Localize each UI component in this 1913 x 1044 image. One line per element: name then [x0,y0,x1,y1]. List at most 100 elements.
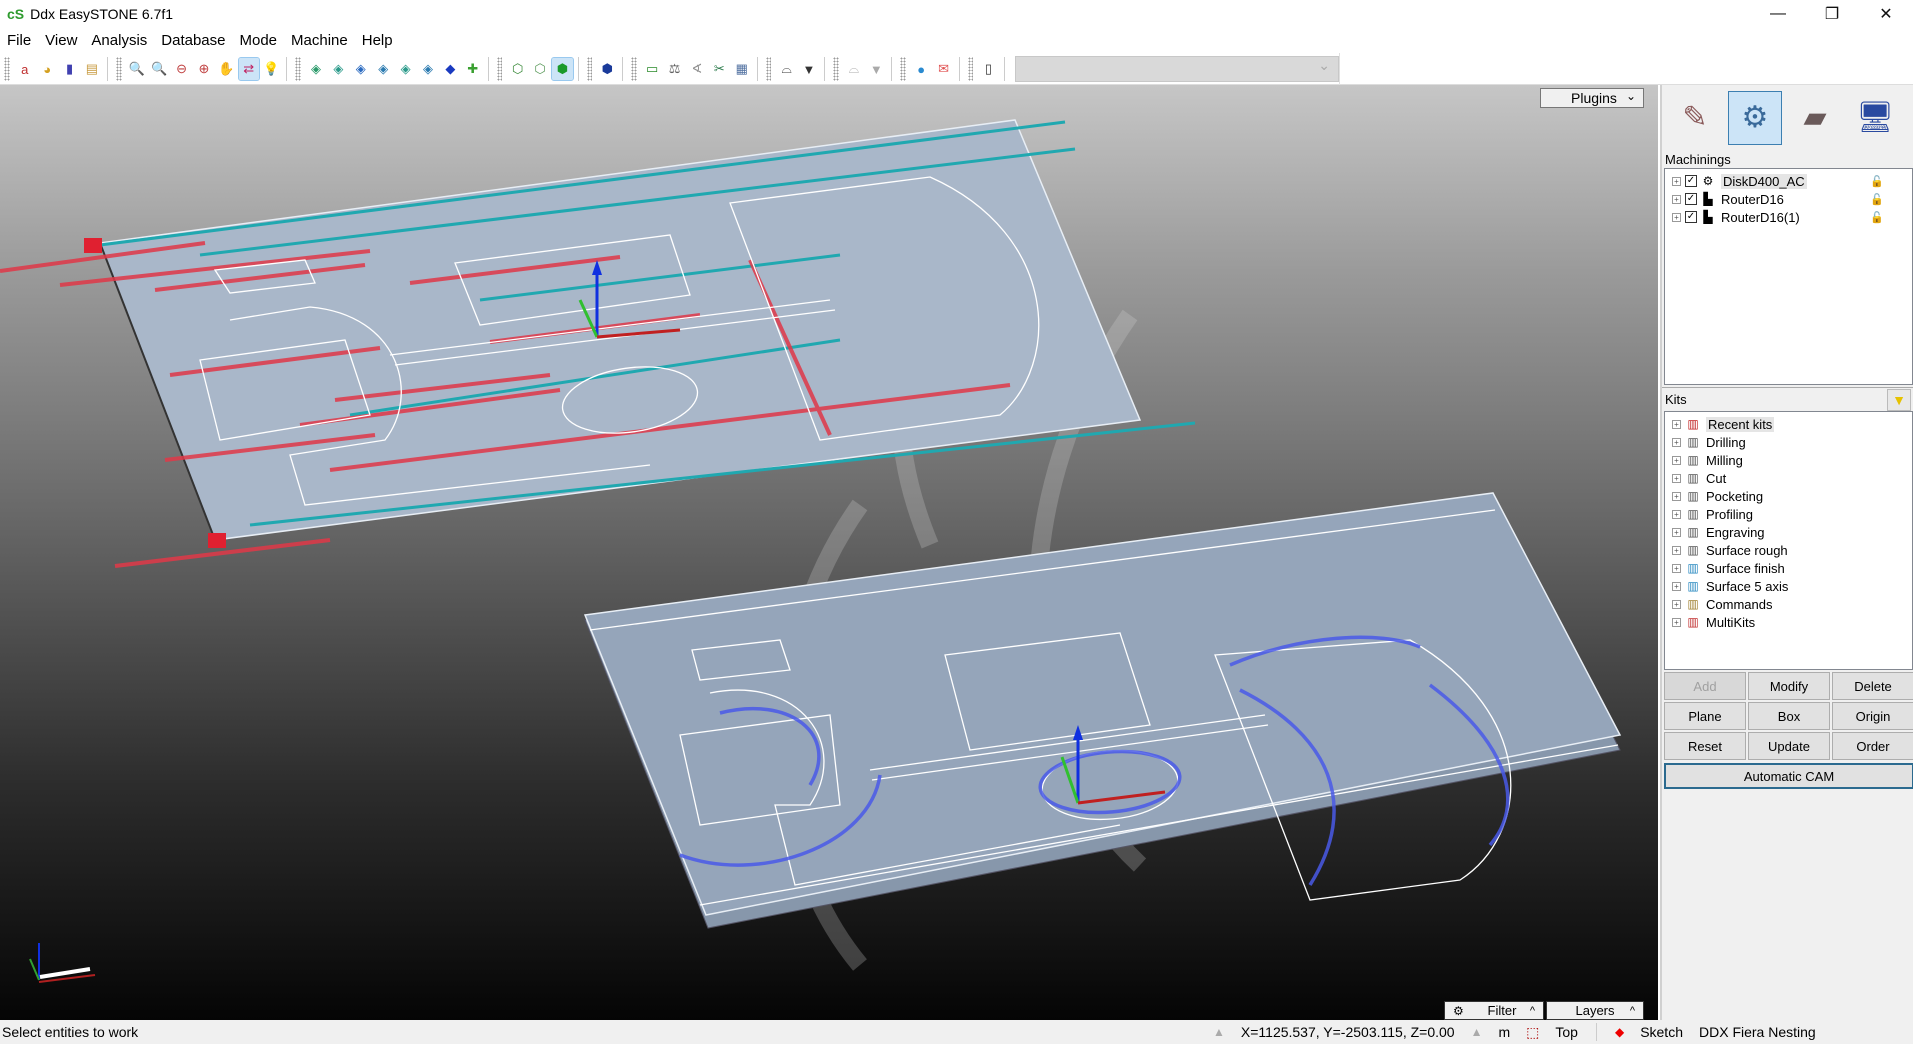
view-axes-icon[interactable]: ✚ [463,58,483,80]
zoom-in-icon[interactable]: ⊕ [194,58,214,80]
expand-icon[interactable]: + [1672,563,1681,573]
kit-item[interactable]: + ▥ Milling [1665,451,1912,469]
user-info-icon[interactable]: ● [911,58,931,80]
expand-icon[interactable]: + [1672,599,1681,609]
expand-icon[interactable]: + [1672,437,1681,447]
shaded-icon[interactable]: ⬢ [551,57,574,81]
view-bottom-icon[interactable]: ◆ [440,58,460,80]
expand-icon[interactable]: + [1672,527,1681,537]
kit-item[interactable]: + ▥ Surface finish [1665,559,1912,577]
open-icon[interactable]: ◕ [37,58,57,80]
arc-disabled-icon[interactable]: ⌓ [844,58,864,80]
filter-tab[interactable]: ⚙ Filter ^ [1444,1001,1544,1020]
arc-tool-icon[interactable]: ⌓ [776,58,796,80]
expand-icon[interactable]: + [1672,617,1681,627]
view-right-icon[interactable]: ◈ [395,58,415,80]
kit-item[interactable]: + ▥ Commands [1665,595,1912,613]
toolbar-grip[interactable] [833,57,839,81]
trim-icon[interactable]: ✂ [709,58,729,80]
mode-button-0[interactable]: ✎ [1668,91,1722,145]
expand-icon[interactable]: + [1672,509,1681,519]
toolbar-grip[interactable] [900,57,906,81]
menu-mode[interactable]: Mode [233,32,285,49]
3d-viewport[interactable]: Plugins ⌄ ⚙ Filter ^ Layers ^ [0,85,1658,1020]
rectangle-tool-icon[interactable]: ▭ [642,58,662,80]
mode-button-2[interactable]: ▰ [1788,91,1842,145]
kit-item[interactable]: + ▥ Cut [1665,469,1912,487]
view-front-icon[interactable]: ◈ [328,58,348,80]
mode-button-3[interactable]: 🖥 [1848,91,1902,145]
view-back-icon[interactable]: ◈ [351,58,371,80]
expand-icon[interactable]: + [1672,545,1681,555]
zoom-all-icon[interactable]: 🔍 [127,58,147,80]
report-icon[interactable]: ▦ [732,58,752,80]
minimize-button[interactable]: — [1751,0,1805,28]
menu-file[interactable]: File [0,32,38,49]
kit-item[interactable]: + ▥ Engraving [1665,523,1912,541]
layers-tab[interactable]: Layers ^ [1546,1001,1644,1020]
zoom-out-icon[interactable]: ⊖ [171,58,191,80]
kits-filter-button[interactable]: ▼ [1887,388,1911,411]
unlock-icon[interactable]: 🔓 [1870,193,1884,206]
view-readout[interactable]: Top [1555,1024,1578,1040]
arc-dropdown-icon[interactable]: ▼ [799,58,819,80]
mail-icon[interactable]: ✉ [933,58,953,80]
expand-icon[interactable]: + [1672,419,1681,429]
menu-database[interactable]: Database [154,32,232,49]
automatic-cam-button[interactable]: Automatic CAM [1664,763,1913,789]
wireframe-icon[interactable]: ⬡ [507,58,527,80]
toolbar-grip[interactable] [496,57,503,81]
toolbar-grip[interactable] [116,57,122,81]
select-path-icon[interactable]: ⇄ [237,57,260,81]
toolbar-grip[interactable] [586,57,593,81]
kit-item[interactable]: + ▥ Pocketing [1665,487,1912,505]
machining-item[interactable]: + ✓ ▙ RouterD16 🔓 [1665,190,1912,208]
shaded-blue-icon[interactable]: ⬢ [597,58,617,80]
mode-readout[interactable]: Sketch [1640,1024,1683,1040]
toolbar-combo-box[interactable] [1014,56,1340,82]
kits-tree[interactable]: + ▥ Recent kits + ▥ Drilling + ▥ Milling + … [1664,411,1913,670]
machining-checkbox[interactable]: ✓ [1685,193,1697,205]
unlock-icon[interactable]: 🔓 [1870,175,1884,188]
machining-item[interactable]: + ✓ ▙ RouterD16(1) 🔓 [1665,208,1912,226]
kit-item[interactable]: + ▥ Surface rough [1665,541,1912,559]
arc-disabled-dropdown-icon[interactable]: ▼ [866,58,886,80]
toolbar-grip[interactable] [631,57,637,81]
measure-icon[interactable]: ⚖ [664,58,684,80]
expand-icon[interactable]: + [1672,212,1681,222]
toolbar-grip[interactable] [765,57,772,81]
kit-item[interactable]: + ▥ MultiKits [1665,613,1912,631]
mode-button-1[interactable]: ⚙ [1728,90,1782,145]
unlock-icon[interactable]: 🔓 [1870,211,1884,224]
menu-machine[interactable]: Machine [284,32,355,49]
angle-icon[interactable]: ∢ [687,58,707,80]
new-icon[interactable]: a [15,58,35,80]
order-button[interactable]: Order [1832,732,1913,760]
document-icon[interactable]: ▯ [978,58,998,80]
expand-icon[interactable]: + [1672,581,1681,591]
pan-hand-icon[interactable]: ✋ [216,58,236,80]
plugins-dropdown[interactable]: Plugins ⌄ [1540,88,1644,108]
zoom-window-icon[interactable]: 🔍 [149,58,169,80]
expand-icon[interactable]: + [1672,194,1681,204]
restore-button[interactable]: ❐ [1805,0,1859,28]
view-top-icon[interactable]: ◈ [418,58,438,80]
menu-view[interactable]: View [38,32,84,49]
kit-item[interactable]: + ▥ Profiling [1665,505,1912,523]
kit-item[interactable]: + ▥ Recent kits [1665,415,1912,433]
box-button[interactable]: Box [1748,702,1830,730]
close-button[interactable]: ✕ [1859,0,1913,28]
machining-item[interactable]: + ✓ ⚙ DiskD400_AC 🔓 [1665,172,1912,190]
menu-help[interactable]: Help [355,32,400,49]
cad-scene[interactable] [0,85,1658,1020]
save-icon[interactable]: ▮ [59,58,79,80]
toolbar-grip[interactable] [4,57,10,81]
units-readout[interactable]: m [1498,1024,1510,1040]
menu-analysis[interactable]: Analysis [84,32,154,49]
expand-icon[interactable]: + [1672,455,1681,465]
machining-checkbox[interactable]: ✓ [1685,211,1697,223]
view-left-icon[interactable]: ◈ [373,58,393,80]
expand-icon[interactable]: + [1672,176,1681,186]
expand-icon[interactable]: + [1672,473,1681,483]
machining-checkbox[interactable]: ✓ [1685,175,1697,187]
